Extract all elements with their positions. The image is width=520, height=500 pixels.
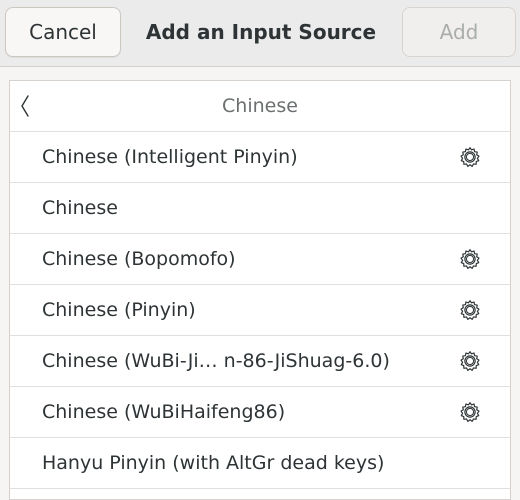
gear-icon[interactable] (459, 146, 481, 168)
list-item-label: Chinese (WuBiHaifeng86) (42, 401, 286, 423)
header-bar: Cancel Add an Input Source Add (0, 0, 520, 67)
list-item-label: Chinese (Pinyin) (42, 299, 196, 321)
list-item[interactable]: Chinese (WuBiHaifeng86) (10, 387, 510, 438)
list-item-label: Chinese (WuBi-Ji… n-86-JiShuag-6.0) (42, 350, 390, 372)
list-header: Chinese (10, 81, 510, 132)
add-button[interactable]: Add (402, 7, 516, 57)
list-item-label: Hanyu Pinyin (with AltGr dead keys) (42, 452, 385, 474)
list-header-label: Chinese (222, 95, 298, 117)
list-item-label: Chinese (42, 197, 118, 219)
list-item[interactable]: Chinese (WuBi-Ji… n-86-JiShuag-6.0) (10, 336, 510, 387)
chevron-left-icon (21, 95, 29, 117)
input-source-list: Chinese Chinese (Intelligent Pinyin) Chi… (9, 80, 511, 500)
list-item-label: Chinese (Bopomofo) (42, 248, 236, 270)
gear-icon[interactable] (459, 248, 481, 270)
gear-icon[interactable] (459, 350, 481, 372)
list-item[interactable]: Chinese (Intelligent Pinyin) (10, 132, 510, 183)
list-item-label: Chinese (Intelligent Pinyin) (42, 146, 298, 168)
cancel-button[interactable]: Cancel (5, 7, 121, 57)
list-item[interactable]: Hanyu Pinyin (with AltGr dead keys) (10, 438, 510, 489)
gear-icon[interactable] (459, 401, 481, 423)
list-item[interactable]: Chinese (Pinyin) (10, 285, 510, 336)
list-item[interactable]: Chinese (10, 183, 510, 234)
dialog-title: Add an Input Source (145, 19, 377, 44)
back-button[interactable] (14, 93, 36, 119)
gear-icon[interactable] (459, 299, 481, 321)
list-item[interactable]: Chinese (Bopomofo) (10, 234, 510, 285)
